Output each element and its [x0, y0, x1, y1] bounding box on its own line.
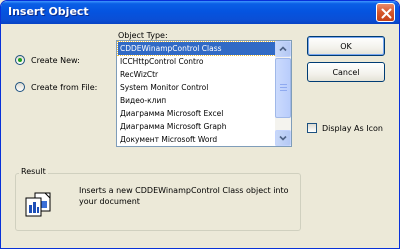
object-type-item[interactable]: System Monitor Control — [118, 81, 276, 94]
ok-button[interactable]: OK — [307, 36, 385, 56]
object-type-list[interactable]: CDDEWinampControl Class ICCHttpControl Co… — [116, 40, 292, 147]
object-type-item[interactable]: Видео-клип — [118, 94, 276, 107]
result-label: Result — [19, 167, 48, 176]
object-type-items: CDDEWinampControl Class ICCHttpControl Co… — [117, 41, 277, 146]
object-type-item[interactable]: Документ Microsoft Word — [118, 133, 276, 146]
create-new-option[interactable]: Create New: — [15, 55, 80, 65]
window-title: Insert Object — [8, 5, 89, 18]
result-description: Inserts a new CDDEWinampControl Class ob… — [79, 186, 289, 206]
title-bar[interactable]: Insert Object — [1, 1, 399, 24]
display-as-icon-option[interactable]: Display As Icon — [307, 123, 383, 133]
insert-object-icon — [25, 192, 51, 217]
scroll-down-button[interactable] — [275, 130, 291, 146]
object-type-item[interactable]: RecWizCtr — [118, 68, 276, 81]
object-type-label: Object Type: — [118, 31, 168, 40]
object-type-item[interactable]: Диаграмма Microsoft Excel — [118, 107, 276, 120]
scroll-down-icon — [279, 135, 287, 141]
list-scrollbar[interactable] — [275, 41, 291, 146]
create-from-file-option[interactable]: Create from File: — [15, 82, 97, 92]
close-icon — [381, 8, 392, 19]
object-type-item[interactable]: CDDEWinampControl Class — [117, 41, 277, 56]
scroll-thumb[interactable] — [275, 58, 291, 118]
cancel-button[interactable]: Cancel — [307, 62, 385, 82]
display-as-icon-checkbox[interactable] — [307, 123, 317, 133]
scroll-up-icon — [279, 46, 287, 52]
object-type-item[interactable]: ICCHttpControl Contro — [118, 55, 276, 68]
create-new-label: Create New: — [31, 55, 80, 65]
insert-object-dialog: Insert Object Create New: Create from Fi… — [0, 0, 400, 249]
create-new-radio[interactable] — [15, 55, 25, 65]
scroll-up-button[interactable] — [275, 41, 291, 57]
object-type-item[interactable]: Диаграмма Microsoft Graph — [118, 120, 276, 133]
close-button[interactable] — [376, 3, 395, 22]
create-from-file-radio[interactable] — [15, 82, 25, 92]
create-from-file-label: Create from File: — [31, 82, 98, 92]
display-as-icon-label: Display As Icon — [322, 123, 383, 133]
